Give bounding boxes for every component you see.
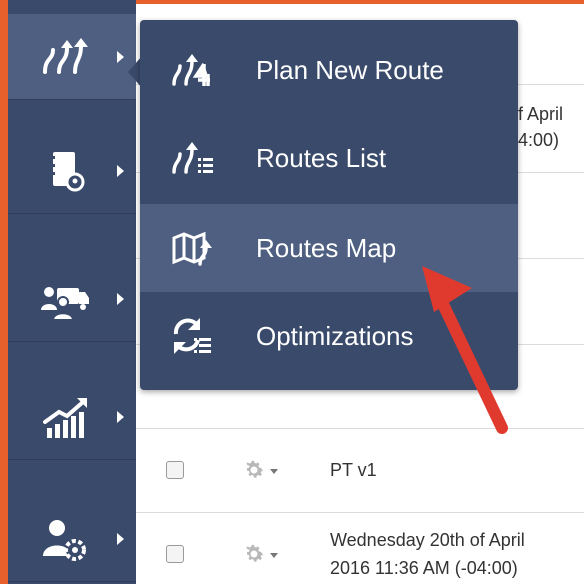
route-icon: [43, 37, 88, 74]
gear-icon[interactable]: [242, 542, 266, 566]
route-name: PT v1: [330, 460, 377, 480]
row-checkbox[interactable]: [166, 545, 184, 563]
sidebar-item-team[interactable]: [8, 256, 136, 342]
gear-dropdown-caret[interactable]: [270, 553, 278, 558]
route-time-fragment: 4:00): [518, 130, 560, 150]
route-date-fragment: f April: [518, 104, 564, 124]
address-book-icon: [50, 151, 85, 191]
team-vehicle-icon: [41, 286, 89, 321]
plan-route-icon: [172, 54, 210, 86]
routes-list-icon: [172, 142, 213, 174]
row-checkbox[interactable]: [166, 461, 184, 479]
gear-dropdown-caret[interactable]: [270, 469, 278, 474]
menu-item-routes-list[interactable]: Routes List: [140, 114, 518, 202]
menu-item-label: Routes Map: [256, 232, 397, 263]
route-date-line2: 2016 11:36 AM (-04:00): [330, 558, 518, 578]
user-settings-icon: [43, 519, 86, 561]
menu-item-label: Plan New Route: [256, 54, 444, 85]
menu-item-label: Routes List: [256, 142, 387, 173]
table-row[interactable]: Wednesday 20th of April 2016 11:36 AM (-…: [136, 512, 584, 584]
sidebar-item-settings[interactable]: [8, 496, 136, 582]
chevron-right-icon: [117, 292, 124, 305]
menu-item-label: Optimizations: [256, 320, 414, 351]
gear-icon[interactable]: [242, 458, 266, 482]
chevron-right-icon: [117, 410, 124, 423]
table-row[interactable]: PT v1: [136, 428, 584, 512]
route-date-line1: Wednesday 20th of April: [330, 530, 525, 550]
chevron-right-icon: [117, 164, 124, 177]
sidebar-item-addresses[interactable]: [8, 128, 136, 214]
analytics-chart-icon: [43, 397, 87, 438]
sidebar-item-analytics[interactable]: [8, 374, 136, 460]
sidebar-item-routes[interactable]: [8, 14, 136, 100]
routes-map-icon: [172, 231, 212, 266]
sidebar-nav: [8, 0, 136, 584]
chevron-right-icon: [117, 532, 124, 545]
optimizations-icon: [173, 318, 211, 354]
menu-item-plan-new-route[interactable]: Plan New Route: [140, 26, 518, 114]
chevron-right-icon: [117, 50, 124, 63]
annotation-arrow-icon: [422, 266, 508, 434]
